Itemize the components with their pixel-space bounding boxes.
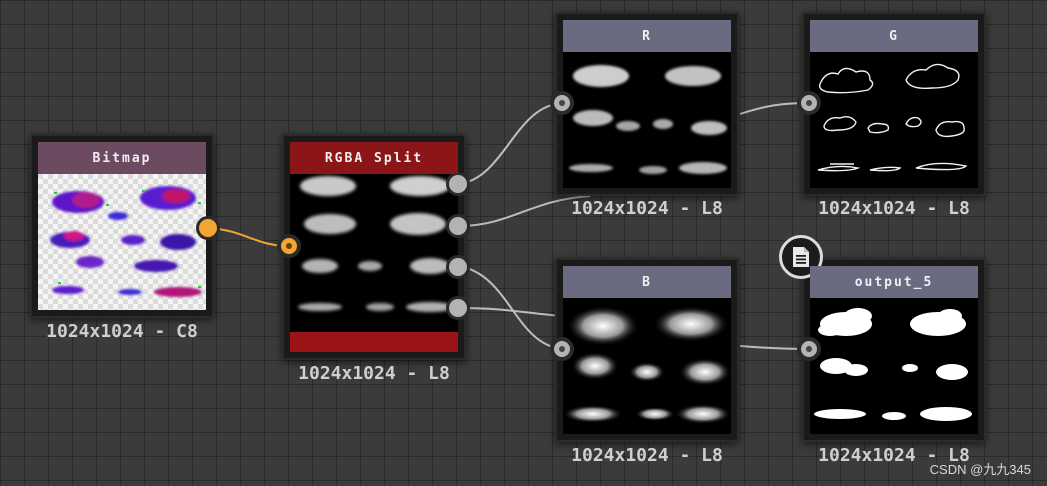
bitmap-node-caption: 1024x1024 - C8 bbox=[46, 321, 198, 342]
bitmap-thumbnail bbox=[38, 174, 206, 310]
r-node[interactable]: R bbox=[555, 12, 739, 196]
wire-split-to-r bbox=[458, 102, 564, 185]
watermark: CSDN @九九345 bbox=[929, 462, 1031, 477]
r-node-caption: 1024x1024 - L8 bbox=[571, 198, 723, 219]
r-node-title: R bbox=[563, 20, 731, 52]
output-5-thumbnail bbox=[810, 298, 978, 434]
rgba-split-input-port[interactable] bbox=[277, 234, 301, 258]
rgba-split-node-footer bbox=[290, 332, 458, 352]
r-input-port[interactable] bbox=[550, 91, 574, 115]
bitmap-output-port[interactable] bbox=[196, 216, 220, 240]
g-node-title: G bbox=[810, 20, 978, 52]
b-node[interactable]: B bbox=[555, 258, 739, 442]
document-icon bbox=[793, 247, 809, 267]
bitmap-node-title: Bitmap bbox=[38, 142, 206, 174]
output-5-input-port[interactable] bbox=[797, 337, 821, 361]
wire-split-to-b-2 bbox=[458, 307, 561, 317]
b-input-port[interactable] bbox=[550, 337, 574, 361]
rgba-split-output-port-g[interactable] bbox=[446, 214, 470, 238]
rgba-split-output-port-r[interactable] bbox=[446, 172, 470, 196]
rgba-split-output-port-b[interactable] bbox=[446, 255, 470, 279]
g-node-caption: 1024x1024 - L8 bbox=[818, 198, 970, 219]
rgba-split-thumbnail bbox=[290, 174, 458, 352]
rgba-split-node-caption: 1024x1024 - L8 bbox=[298, 363, 450, 384]
g-thumbnail bbox=[810, 52, 978, 188]
wire-split-to-b-1 bbox=[458, 265, 564, 350]
b-node-caption: 1024x1024 - L8 bbox=[571, 445, 723, 466]
b-thumbnail bbox=[563, 298, 731, 434]
rgba-split-output-port-a[interactable] bbox=[446, 296, 470, 320]
b-node-title: B bbox=[563, 266, 731, 298]
rgba-split-node-title: RGBA Split bbox=[290, 142, 458, 174]
g-node[interactable]: G bbox=[802, 12, 986, 196]
output-5-node-title: output_5 bbox=[810, 266, 978, 298]
bitmap-node[interactable]: Bitmap bbox=[30, 134, 214, 318]
output-5-node[interactable]: output_5 bbox=[802, 258, 986, 442]
r-thumbnail bbox=[563, 52, 731, 188]
rgba-split-node[interactable]: RGBA Split bbox=[282, 134, 466, 360]
g-input-port[interactable] bbox=[797, 91, 821, 115]
